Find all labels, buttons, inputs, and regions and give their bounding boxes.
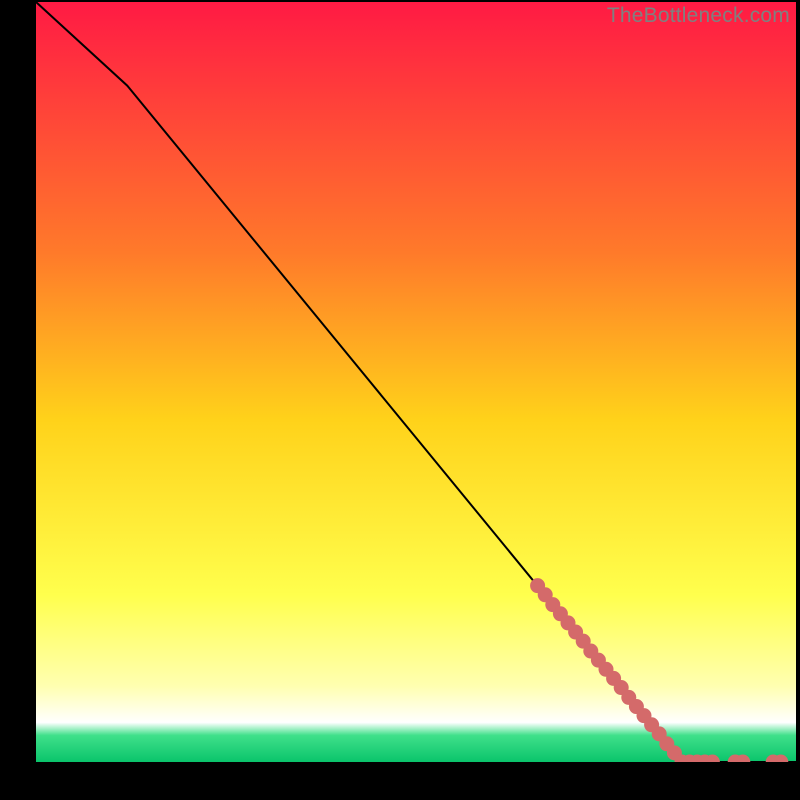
watermark-text: TheBottleneck.com <box>607 4 790 28</box>
chart-frame: TheBottleneck.com <box>36 2 796 762</box>
chart-plot <box>36 2 796 762</box>
chart-background <box>36 2 796 762</box>
